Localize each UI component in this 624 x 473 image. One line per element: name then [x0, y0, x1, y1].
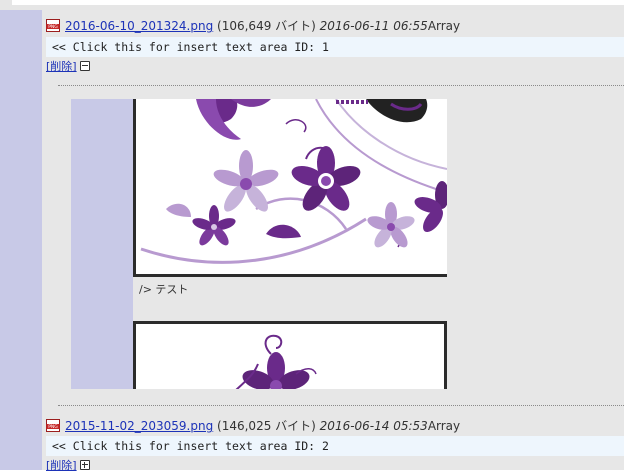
file-entry-1: PNG 2016-06-10_201324.png (106,649 バイト) …: [46, 18, 460, 34]
divider: [58, 85, 624, 86]
preview-image-1: [133, 99, 447, 277]
svg-text:PNG: PNG: [48, 424, 58, 430]
divider: [58, 405, 624, 406]
upload-date: 2016-06-11 06:55: [319, 19, 428, 33]
caption-area: /> テスト: [133, 277, 447, 321]
file-size: (146,025 バイト): [217, 419, 316, 433]
preview-image-2: [133, 321, 447, 389]
file-link[interactable]: 2015-11-02_203059.png: [65, 419, 213, 433]
collapse-icon[interactable]: [79, 61, 90, 71]
floral-illustration: [140, 99, 447, 264]
delete-row: [削除]: [46, 459, 90, 473]
array-text: Array: [427, 19, 461, 33]
delete-row: [削除]: [46, 60, 90, 74]
upload-date: 2016-06-14 05:53: [319, 419, 428, 433]
left-sidebar: [0, 10, 42, 470]
png-file-icon: PNG: [46, 19, 60, 32]
top-bar: [0, 0, 624, 10]
file-link[interactable]: 2016-06-10_201324.png: [65, 19, 213, 33]
svg-text:PNG: PNG: [48, 24, 58, 30]
insert-text-area-link[interactable]: << Click this for insert text area ID: 1: [46, 37, 624, 57]
delete-link[interactable]: [削除]: [46, 60, 77, 73]
png-file-icon: PNG: [46, 419, 60, 432]
image-preview: /> テスト: [71, 99, 447, 389]
expand-icon[interactable]: [79, 460, 90, 470]
file-entry-2: PNG 2015-11-02_203059.png (146,025 バイト) …: [46, 418, 460, 434]
insert-text-area-link[interactable]: << Click this for insert text area ID: 2: [46, 436, 624, 456]
array-text: Array: [427, 419, 461, 433]
preview-caption: /> テスト: [139, 283, 189, 296]
file-size: (106,649 バイト): [217, 19, 316, 33]
delete-link[interactable]: [削除]: [46, 459, 77, 472]
floral-illustration-2: [235, 334, 317, 389]
